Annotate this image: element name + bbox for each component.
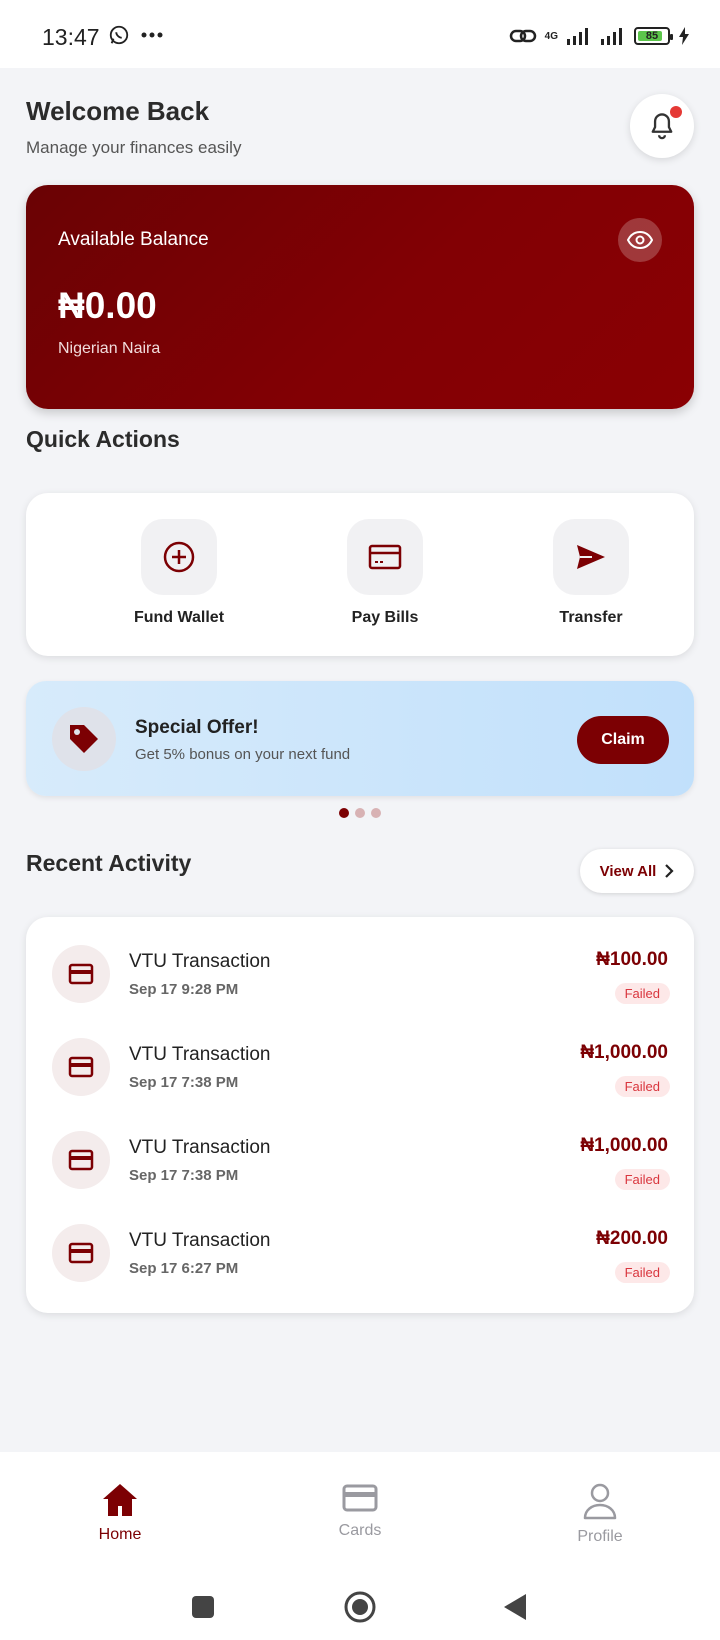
- transaction-icon-bg: [52, 1038, 110, 1096]
- chevron-right-icon: [665, 864, 674, 878]
- list-item[interactable]: VTU Transaction Sep 17 6:27 PM ₦200.00 F…: [26, 1206, 694, 1299]
- transaction-icon-bg: [52, 1131, 110, 1189]
- bottom-navigation: Home Cards Profile: [0, 1452, 720, 1572]
- balance-card: Available Balance ₦0.00 Nigerian Naira: [26, 185, 694, 409]
- transfer-icon-bg: [553, 519, 629, 595]
- battery-icon: 85: [634, 27, 673, 45]
- balance-label: Available Balance: [58, 229, 209, 250]
- transfer-button[interactable]: Transfer: [521, 519, 661, 627]
- transaction-date: Sep 17 7:38 PM: [129, 1167, 239, 1184]
- tag-icon: [70, 725, 98, 753]
- user-icon: [583, 1483, 617, 1520]
- transaction-date: Sep 17 7:38 PM: [129, 1074, 239, 1091]
- transaction-title: VTU Transaction: [129, 951, 271, 972]
- status-bar: 13:47 4G 85: [0, 0, 720, 68]
- home-button-icon[interactable]: [343, 1590, 377, 1624]
- nav-home-label: Home: [98, 1526, 142, 1543]
- status-badge: Failed: [614, 1169, 670, 1190]
- network-type: 4G: [544, 30, 558, 42]
- view-all-label: View All: [599, 862, 657, 880]
- transaction-amount: ₦1,000.00: [580, 1042, 668, 1063]
- status-badge: Failed: [614, 983, 670, 1004]
- balance-currency: Nigerian Naira: [58, 340, 161, 357]
- card-icon: [68, 1056, 94, 1078]
- nav-profile-label: Profile: [577, 1528, 623, 1545]
- list-item[interactable]: VTU Transaction Sep 17 7:38 PM ₦1,000.00…: [26, 1113, 694, 1206]
- offer-title: Special Offer!: [135, 717, 259, 738]
- signal-icon-2: [601, 28, 622, 45]
- transaction-date: Sep 17 6:27 PM: [129, 1260, 239, 1277]
- pay-bills-icon-bg: [347, 519, 423, 595]
- recent-activity-list: VTU Transaction Sep 17 9:28 PM ₦100.00 F…: [26, 917, 694, 1313]
- fund-wallet-icon-bg: [141, 519, 217, 595]
- whatsapp-icon: [109, 25, 129, 45]
- transaction-title: VTU Transaction: [129, 1230, 271, 1251]
- status-badge: Failed: [614, 1076, 670, 1097]
- list-item[interactable]: VTU Transaction Sep 17 7:38 PM ₦1,000.00…: [26, 1020, 694, 1113]
- status-time: 13:47: [42, 24, 100, 50]
- transaction-title: VTU Transaction: [129, 1044, 271, 1065]
- nav-profile[interactable]: Profile: [530, 1482, 670, 1546]
- fund-wallet-button[interactable]: Fund Wallet: [109, 519, 249, 627]
- link-icon: [509, 29, 536, 43]
- transaction-amount: ₦200.00: [596, 1228, 668, 1249]
- home-icon: [103, 1484, 137, 1516]
- recents-icon[interactable]: [190, 1594, 216, 1620]
- recent-activity-title: Recent Activity: [26, 850, 192, 876]
- carousel-dot[interactable]: [339, 808, 349, 818]
- view-all-button[interactable]: View All: [580, 849, 694, 893]
- battery-level: 85: [645, 30, 659, 42]
- carousel-dot[interactable]: [355, 808, 365, 818]
- claim-button[interactable]: Claim: [577, 716, 669, 764]
- system-navigation-bar: [0, 1572, 720, 1640]
- more-dots-icon: [141, 32, 163, 38]
- carousel-dot[interactable]: [371, 808, 381, 818]
- pay-bills-button[interactable]: Pay Bills: [315, 519, 455, 627]
- pay-bills-label: Pay Bills: [351, 609, 419, 626]
- page-title: Welcome Back: [26, 96, 210, 126]
- notification-badge: [670, 106, 682, 118]
- toggle-balance-visibility-button[interactable]: [618, 218, 662, 262]
- send-icon: [577, 545, 605, 569]
- transaction-date: Sep 17 9:28 PM: [129, 981, 239, 998]
- notifications-button[interactable]: [630, 94, 694, 158]
- transaction-amount: ₦100.00: [596, 949, 668, 970]
- transaction-amount: ₦1,000.00: [580, 1135, 668, 1156]
- nav-home[interactable]: Home: [50, 1482, 190, 1544]
- carousel-indicator: [339, 808, 381, 818]
- transaction-icon-bg: [52, 1224, 110, 1282]
- status-badge: Failed: [614, 1262, 670, 1283]
- eye-icon: [627, 231, 653, 249]
- transaction-icon-bg: [52, 945, 110, 1003]
- nav-cards-label: Cards: [338, 1522, 382, 1539]
- page-subtitle: Manage your finances easily: [26, 138, 242, 157]
- status-right: 4G 85: [509, 26, 690, 46]
- card-icon: [68, 1242, 94, 1264]
- status-left-icons: [108, 24, 164, 46]
- nav-cards[interactable]: Cards: [290, 1482, 430, 1540]
- special-offer-banner[interactable]: Special Offer! Get 5% bonus on your next…: [26, 681, 694, 796]
- plus-circle-icon: [163, 541, 195, 573]
- signal-icon: [567, 28, 588, 45]
- list-item[interactable]: VTU Transaction Sep 17 9:28 PM ₦100.00 F…: [26, 927, 694, 1020]
- charging-icon: [679, 27, 689, 45]
- back-icon[interactable]: [502, 1592, 528, 1622]
- transaction-title: VTU Transaction: [129, 1137, 271, 1158]
- offer-icon-bg: [52, 707, 116, 771]
- quick-actions-title: Quick Actions: [26, 426, 180, 452]
- quick-actions-card: Fund Wallet Pay Bills Transfer: [26, 493, 694, 656]
- card-icon: [342, 1484, 378, 1512]
- card-icon: [68, 963, 94, 985]
- card-icon: [68, 1149, 94, 1171]
- transfer-label: Transfer: [559, 609, 623, 626]
- offer-subtitle: Get 5% bonus on your next fund: [135, 746, 351, 763]
- balance-amount: ₦0.00: [58, 285, 157, 326]
- fund-wallet-label: Fund Wallet: [133, 609, 225, 626]
- card-icon: [368, 544, 402, 570]
